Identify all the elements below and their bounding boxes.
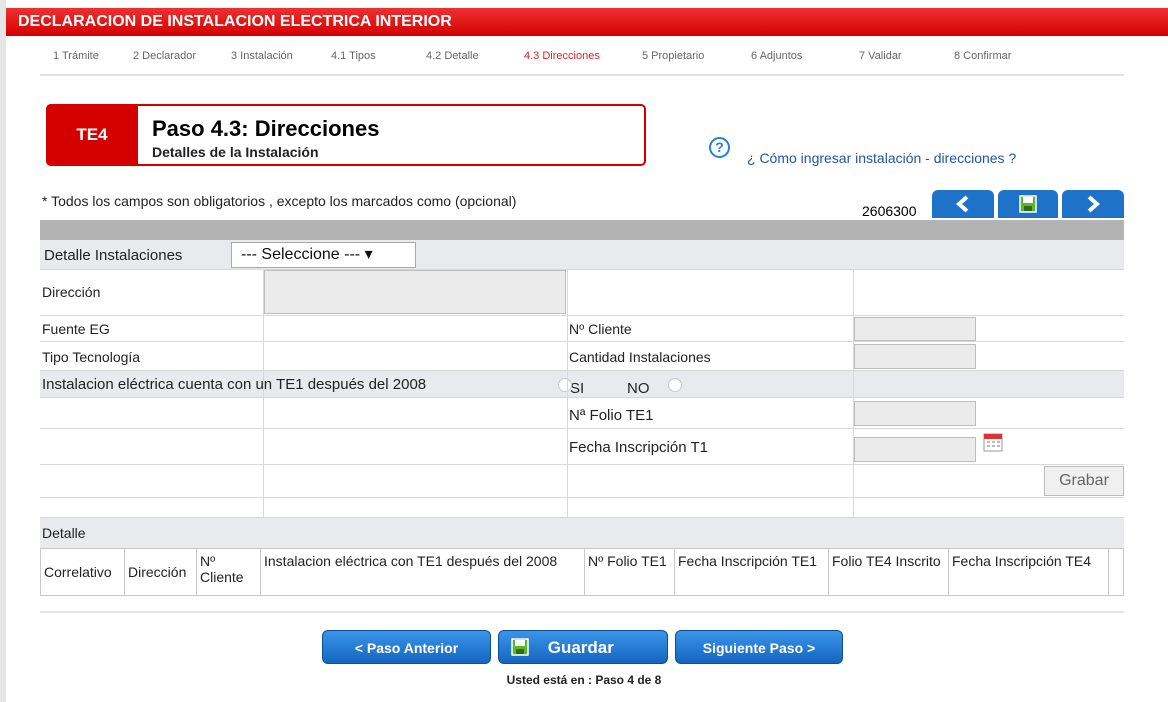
next-step-button[interactable]: Siguiente Paso > — [675, 630, 843, 664]
step-8-link[interactable]: 8 Confirmar — [954, 50, 1011, 62]
step-breadcrumb: 1 Trámite 2 Declarador 3 Instalación 4.1… — [40, 46, 1124, 76]
save-record-button[interactable] — [998, 190, 1058, 218]
detalle-header-row: Detalle — [40, 518, 1124, 548]
direccion-textarea[interactable] — [264, 270, 566, 314]
column-header: Instalacion eléctrica con TE1 después de… — [261, 549, 585, 595]
folio-te1-input[interactable] — [854, 401, 976, 426]
step-5-link[interactable]: 5 Propietario — [642, 50, 704, 62]
form-code-badge: TE4 — [46, 104, 138, 166]
tipo-tecnologia-label: Tipo Tecnología — [42, 349, 141, 365]
column-header: Dirección — [125, 549, 197, 595]
column-divider — [853, 270, 854, 518]
left-margin — [0, 0, 6, 702]
help-link[interactable]: ¿ Cómo ingresar instalación - direccione… — [747, 150, 1016, 166]
step-4-2-link[interactable]: 4.2 Detalle — [426, 50, 479, 62]
grabar-button[interactable]: Grabar — [1044, 466, 1124, 496]
direccion-label: Dirección — [42, 284, 101, 300]
floppy-disk-icon — [511, 638, 529, 656]
cantidad-instalaciones-label: Cantidad Instalaciones — [569, 349, 711, 365]
save-button[interactable]: Guardar — [498, 630, 668, 664]
chevron-right-icon — [1087, 195, 1101, 213]
page-title: Paso 4.3: Direcciones — [152, 116, 380, 141]
column-divider — [567, 270, 568, 518]
column-header: Correlativo — [41, 549, 125, 595]
step-3-link[interactable]: 3 Instalación — [231, 50, 293, 62]
page-subtitle: Detalles de la Instalación — [152, 144, 319, 160]
fecha-inscripcion-input[interactable] — [854, 437, 976, 462]
record-id: 2606300 — [862, 203, 917, 219]
previous-step-button[interactable]: < Paso Anterior — [322, 630, 491, 664]
required-fields-note: * Todos los campos son obligatorios , ex… — [42, 193, 517, 209]
step-4-1-link[interactable]: 4.1 Tipos — [331, 50, 376, 62]
fecha-inscripcion-label: Fecha Inscripción T1 — [569, 439, 708, 456]
cantidad-instalaciones-input[interactable] — [854, 344, 976, 369]
step-7-link[interactable]: 7 Validar — [859, 50, 902, 62]
fuente-eg-label: Fuente EG — [42, 321, 110, 337]
si-radio[interactable] — [558, 378, 572, 392]
te1-question-row: Instalacion eléctrica cuenta con un TE1 … — [40, 371, 1124, 398]
detalle-instalaciones-label: Detalle Instalaciones — [44, 247, 183, 264]
next-record-button[interactable] — [1062, 190, 1124, 218]
no-label: NO — [627, 380, 650, 397]
step-header-box: TE4 Paso 4.3: Direcciones Detalles de la… — [46, 104, 646, 166]
detalle-section-title: Detalle — [42, 525, 86, 541]
detalle-instalaciones-row: Detalle Instalaciones — [40, 240, 1124, 270]
no-radio[interactable] — [668, 378, 682, 392]
direccion-row: Dirección — [40, 270, 1124, 316]
bottom-divider — [40, 611, 1124, 613]
te1-question-label: Instalacion eléctrica cuenta con un TE1 … — [42, 376, 427, 393]
step-position-text: Usted está en : Paso 4 de 8 — [506, 673, 662, 687]
save-button-label: Guardar — [547, 638, 614, 657]
calendar-icon[interactable] — [983, 432, 1003, 452]
floppy-disk-icon — [1019, 195, 1037, 213]
previous-record-button[interactable] — [932, 190, 994, 218]
app-title-bar: DECLARACION DE INSTALACION ELECTRICA INT… — [6, 8, 1168, 36]
column-header: Nº Cliente — [197, 549, 261, 595]
form-header-band — [40, 220, 1124, 240]
step-6-link[interactable]: 6 Adjuntos — [751, 50, 802, 62]
column-header: Fecha Inscripción TE1 — [675, 549, 829, 595]
question-circle-icon[interactable]: ? — [709, 137, 730, 158]
column-header: Nº Folio TE1 — [585, 549, 675, 595]
column-header: Folio TE4 Inscrito — [829, 549, 949, 595]
column-divider — [263, 270, 264, 518]
numero-cliente-label: Nº Cliente — [569, 321, 632, 337]
step-1-link[interactable]: 1 Trámite — [53, 50, 99, 62]
spacer-row — [40, 498, 1124, 518]
numero-cliente-input[interactable] — [854, 317, 976, 341]
step-4-3-link[interactable]: 4.3 Direcciones — [524, 50, 600, 62]
detalle-table: Correlativo Dirección Nº Cliente Instala… — [40, 548, 1124, 596]
step-2-link[interactable]: 2 Declarador — [133, 50, 196, 62]
chevron-left-icon — [955, 195, 969, 213]
si-label: SI — [570, 380, 585, 397]
folio-te1-label: Nª Folio TE1 — [569, 407, 654, 424]
column-header: Fecha Inscripción TE4 — [949, 549, 1109, 595]
detalle-instalaciones-select[interactable]: --- Seleccione --- ▾ — [231, 242, 416, 268]
grabar-row — [40, 465, 1124, 498]
